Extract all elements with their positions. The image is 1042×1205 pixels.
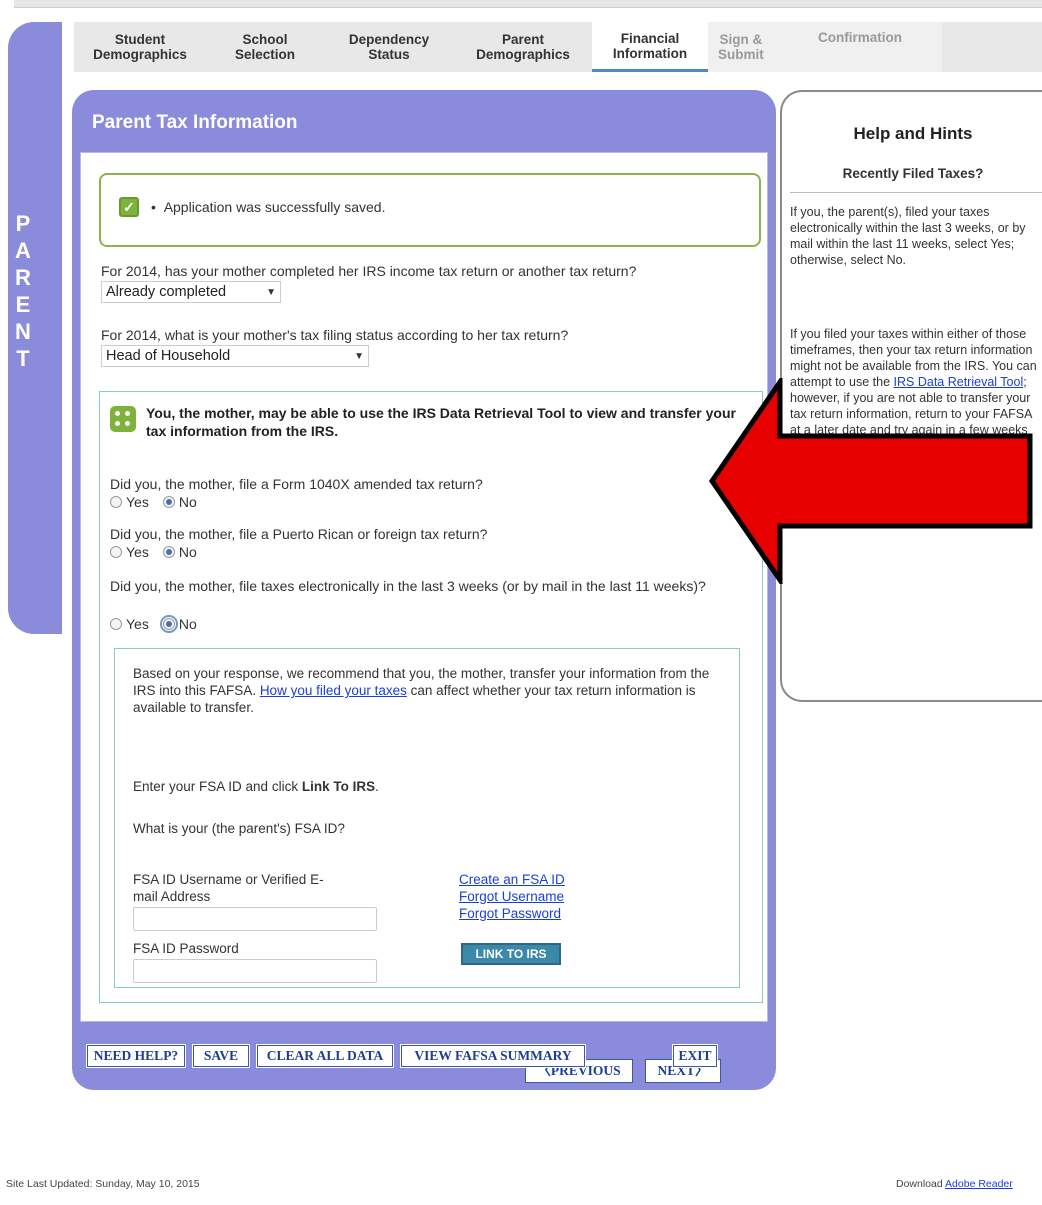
recommendation-box: Based on your response, we recommend tha… <box>114 648 740 988</box>
tab-label: Status <box>368 47 410 62</box>
page-title: Parent Tax Information <box>92 112 298 133</box>
enter-fsa-instruction: Enter your FSA ID and click Link To IRS. <box>133 779 379 794</box>
side-letter: R <box>15 265 31 290</box>
need-help-button[interactable]: NEED HELP? <box>86 1044 186 1068</box>
help-paragraph: If you, the parent(s), filed your taxes … <box>790 205 1026 267</box>
radio-yes[interactable] <box>110 546 122 558</box>
help-title: Help and Hints <box>853 124 973 143</box>
question-filing-status: For 2014, what is your mother's tax fili… <box>101 327 569 343</box>
help-subtitle: Recently Filed Taxes? <box>842 166 984 181</box>
how-you-filed-link[interactable]: How you filed your taxes <box>260 683 407 698</box>
irs-drt-box: You, the mother, may be able to use the … <box>99 391 763 1003</box>
save-button[interactable]: SAVE <box>192 1044 250 1068</box>
radio-label: Yes <box>126 616 149 632</box>
tab-parent-demographics[interactable]: Parent Demographics <box>454 22 592 72</box>
side-letter: A <box>15 238 31 263</box>
radio-group-recent: Yes No <box>110 615 211 633</box>
tab-label: Dependency <box>348 32 430 47</box>
download-text: Download <box>896 1178 943 1190</box>
question-tax-return-completed: For 2014, has your mother completed her … <box>101 263 637 279</box>
tab-school-selection[interactable]: School Selection <box>206 22 324 72</box>
side-letter: E <box>15 292 31 317</box>
tab-label: Confirmation <box>818 30 902 45</box>
select-value: Already completed <box>106 284 227 300</box>
tab-student-demographics[interactable]: Student Demographics <box>74 22 206 72</box>
forgot-password-link[interactable]: Forgot Password <box>459 905 565 922</box>
side-letter: P <box>15 211 31 236</box>
side-letter: T <box>16 346 30 371</box>
radio-no[interactable] <box>159 615 178 633</box>
info-dots-icon <box>110 406 136 432</box>
fsa-question: What is your (the parent's) FSA ID? <box>133 821 345 836</box>
chevron-down-icon: ▼ <box>354 350 364 362</box>
radio-no[interactable] <box>162 546 175 558</box>
tab-label: Submit <box>718 47 764 62</box>
select-value: Head of Household <box>106 348 231 364</box>
question-recent-filing: Did you, the mother, file taxes electron… <box>110 578 706 594</box>
chevron-down-icon: ▼ <box>266 286 276 298</box>
drt-heading: You, the mother, may be able to use the … <box>146 405 736 439</box>
progress-tabs: Student Demographics School Selection Depe… <box>74 22 1042 72</box>
tab-label: Demographics <box>93 47 187 62</box>
download-reader: Download Adobe Reader <box>896 1178 1013 1190</box>
radio-group-foreign: Yes No <box>110 544 211 560</box>
instruction-text: Enter your FSA ID and click <box>133 779 299 794</box>
recommendation-text: Based on your response, we recommend tha… <box>133 665 713 716</box>
view-summary-button[interactable]: VIEW FAFSA SUMMARY <box>400 1044 586 1068</box>
tab-confirmation: Confirmation <box>808 22 942 72</box>
site-updated-text: Site Last Updated: Sunday, May 10, 2015 <box>6 1178 200 1190</box>
filing-status-select[interactable]: Head of Household ▼ <box>101 345 369 367</box>
tab-label: Student <box>114 32 166 47</box>
tab-label: Selection <box>234 47 296 62</box>
fsa-password-input[interactable] <box>133 959 377 983</box>
section-side-label: P A R E N T <box>8 22 62 634</box>
tab-financial-information[interactable]: Financial Information <box>592 22 708 72</box>
forgot-username-link[interactable]: Forgot Username <box>459 888 565 905</box>
radio-group-1040x: Yes No <box>110 494 211 510</box>
radio-label: Yes <box>126 494 149 510</box>
tab-sign-submit: Sign & Submit <box>708 22 808 72</box>
fsa-links: Create an FSA ID Forgot Username Forgot … <box>459 871 565 922</box>
success-message-box: ✓ • Application was successfully saved. <box>99 173 761 247</box>
tab-label: Demographics <box>476 47 570 62</box>
link-to-irs-button[interactable]: LINK TO IRS <box>461 943 561 965</box>
bottom-action-bar: NEED HELP? SAVE CLEAR ALL DATA VIEW FAFS… <box>86 1044 762 1072</box>
side-letter: N <box>15 319 31 344</box>
panel-content: ✓ • Application was successfully saved. … <box>80 152 768 1083</box>
tab-label: Sign & <box>719 32 763 47</box>
exit-button[interactable]: EXIT <box>672 1044 718 1068</box>
create-fsa-id-link[interactable]: Create an FSA ID <box>459 871 565 888</box>
radio-yes[interactable] <box>110 618 122 630</box>
username-label: FSA ID Username or Verified E-mail Addre… <box>133 872 324 904</box>
checkmark-icon: ✓ <box>119 197 139 217</box>
parent-tax-panel: Parent Tax Information ✓ • Application w… <box>72 90 776 1090</box>
success-message-text: Application was successfully saved. <box>163 199 386 215</box>
tab-label: School <box>242 32 288 47</box>
radio-no[interactable] <box>162 496 175 508</box>
password-label: FSA ID Password <box>133 941 239 956</box>
clear-all-data-button[interactable]: CLEAR ALL DATA <box>256 1044 394 1068</box>
question-foreign-return: Did you, the mother, file a Puerto Rican… <box>110 526 488 542</box>
tab-label: Financial <box>620 30 680 46</box>
instruction-bold: Link To IRS <box>301 779 376 794</box>
tab-dependency-status[interactable]: Dependency Status <box>324 22 454 72</box>
radio-label: Yes <box>126 544 149 560</box>
tab-label: Parent <box>501 32 545 47</box>
success-message: • Application was successfully saved. <box>151 199 386 215</box>
browser-top-edge <box>14 0 1042 8</box>
adobe-reader-link[interactable]: Adobe Reader <box>945 1178 1013 1190</box>
divider <box>790 192 1042 193</box>
tax-return-status-select[interactable]: Already completed ▼ <box>101 281 281 303</box>
radio-label: No <box>178 544 197 560</box>
red-arrow-annotation <box>708 378 1033 584</box>
radio-yes[interactable] <box>110 496 122 508</box>
tab-label: Information <box>612 45 688 61</box>
fsa-username-input[interactable] <box>133 907 377 931</box>
radio-label: No <box>178 494 197 510</box>
radio-label: No <box>178 616 197 632</box>
question-1040x: Did you, the mother, file a Form 1040X a… <box>110 476 483 492</box>
